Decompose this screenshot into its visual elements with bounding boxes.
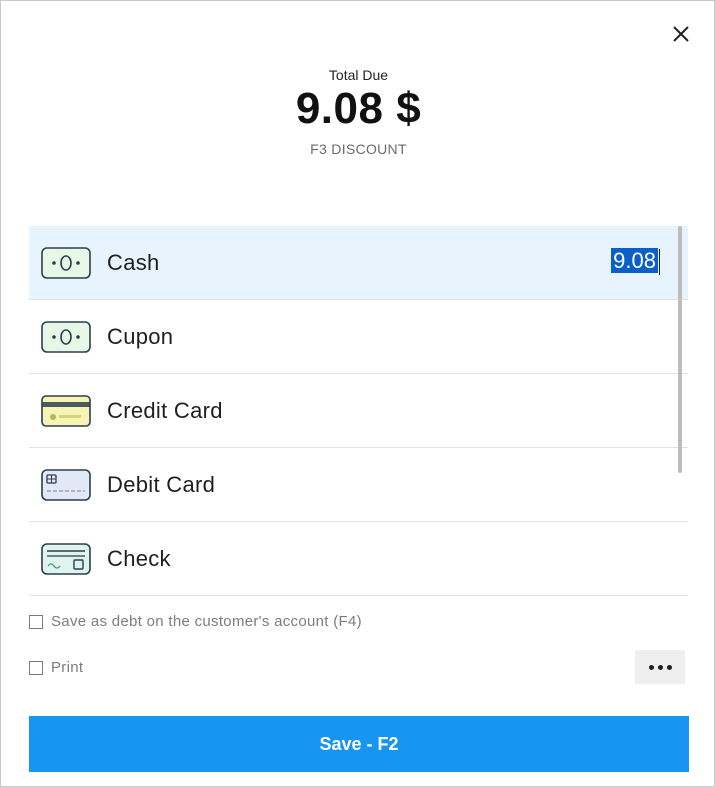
save-as-debt-option[interactable]: Save as debt on the customer's account (… bbox=[29, 613, 362, 630]
debit-card-icon bbox=[41, 468, 91, 501]
more-options-button[interactable] bbox=[635, 650, 685, 684]
print-label: Print bbox=[51, 659, 84, 676]
check-icon bbox=[41, 542, 91, 575]
cash-amount-value: 9.08 bbox=[611, 248, 658, 273]
payment-method-cash[interactable]: Cash 9.08 bbox=[29, 226, 688, 300]
total-due-header: Total Due 9.08 $ F3 DISCOUNT bbox=[1, 67, 715, 157]
payment-method-label: Credit Card bbox=[107, 397, 223, 423]
payment-method-label: Cash bbox=[107, 249, 160, 275]
payment-method-check[interactable]: Check bbox=[29, 522, 688, 596]
save-as-debt-checkbox[interactable] bbox=[29, 614, 43, 629]
print-option[interactable]: Print bbox=[29, 659, 83, 676]
list-scrollbar[interactable] bbox=[678, 226, 682, 473]
cash-icon bbox=[41, 246, 91, 279]
cash-amount-input[interactable]: 9.08 bbox=[510, 248, 660, 276]
payment-method-label: Check bbox=[107, 545, 171, 571]
close-icon bbox=[673, 26, 689, 42]
discount-button[interactable]: F3 DISCOUNT bbox=[1, 141, 715, 157]
more-icon bbox=[657, 664, 663, 670]
payment-method-credit-card[interactable]: Credit Card bbox=[29, 374, 688, 448]
total-due-amount: 9.08 $ bbox=[295, 84, 422, 133]
credit-card-icon bbox=[41, 394, 91, 427]
close-button[interactable] bbox=[667, 20, 695, 48]
save-as-debt-label: Save as debt on the customer's account (… bbox=[51, 613, 362, 630]
save-button[interactable]: Save - F2 bbox=[29, 716, 689, 772]
payment-method-list: Cash 9.08 Cupon Credit Card Debit Card C… bbox=[29, 226, 688, 598]
payment-method-debit-card[interactable]: Debit Card bbox=[29, 448, 688, 522]
payment-dialog: Total Due 9.08 $ F3 DISCOUNT Cash 9.08 C… bbox=[0, 0, 715, 787]
coupon-icon bbox=[41, 320, 91, 353]
more-icon bbox=[648, 664, 654, 670]
more-icon bbox=[666, 664, 672, 670]
print-checkbox[interactable] bbox=[29, 660, 43, 675]
payment-method-label: Debit Card bbox=[107, 471, 216, 497]
total-due-label: Total Due bbox=[328, 67, 389, 83]
text-caret bbox=[659, 249, 660, 276]
payment-method-label: Cupon bbox=[107, 323, 174, 349]
payment-method-coupon[interactable]: Cupon bbox=[29, 300, 688, 374]
